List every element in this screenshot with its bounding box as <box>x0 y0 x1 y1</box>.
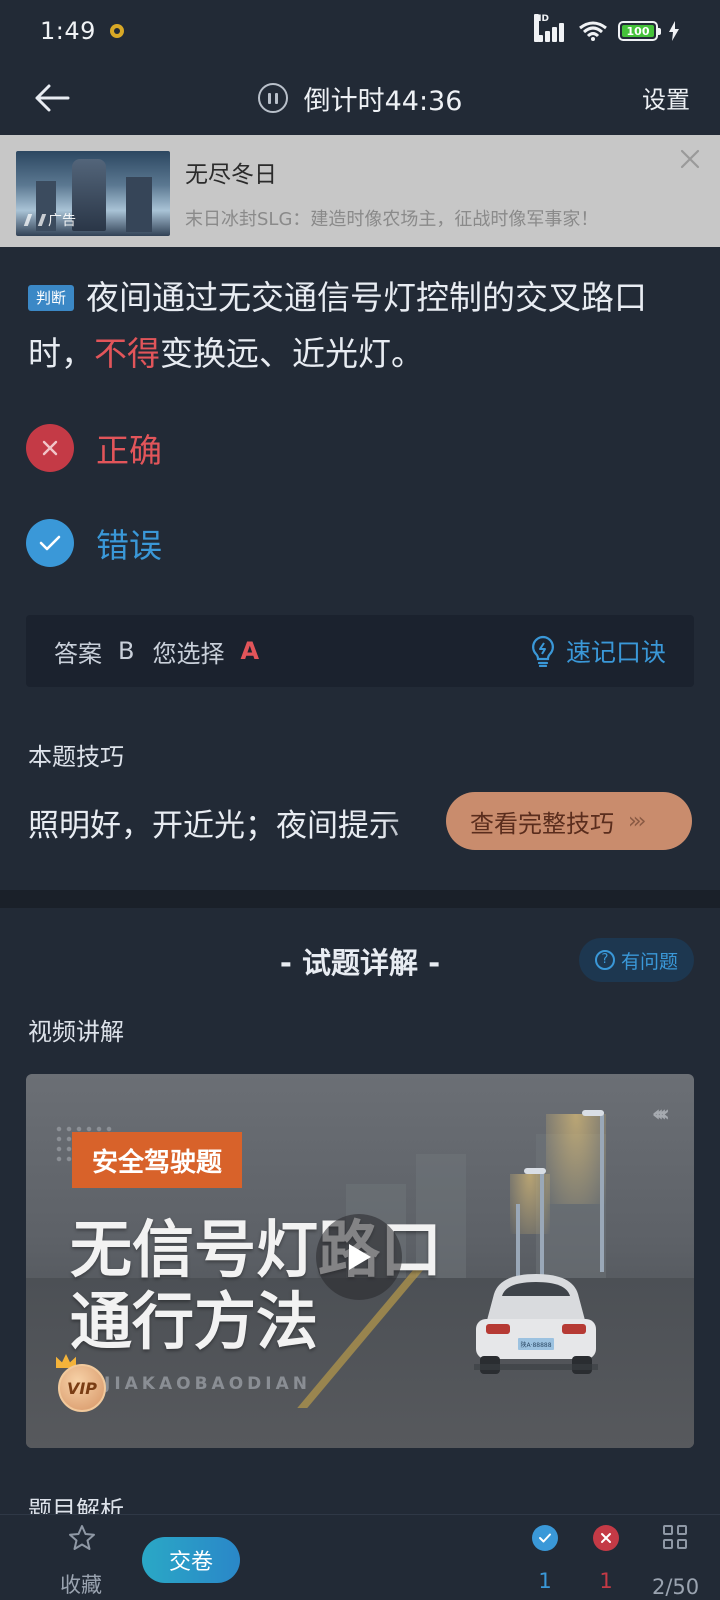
notification-icon <box>109 24 124 38</box>
selected-label: 您选择 <box>152 639 225 668</box>
question-highlight: 不得 <box>94 334 160 373</box>
signal-icon: HD <box>534 14 568 42</box>
ad-label: 广告 <box>23 210 76 230</box>
car-illustration: 陕A·88888 <box>474 1274 598 1374</box>
status-time: 1:49 <box>40 17 96 45</box>
report-question-button[interactable]: ? 有问题 <box>578 938 694 982</box>
double-chevron-icon: ››› <box>628 808 647 834</box>
charging-icon <box>669 21 679 41</box>
answer-value: B <box>118 637 135 665</box>
selected-value: A <box>240 637 260 665</box>
countdown-timer: 倒计时44:36 <box>0 79 720 118</box>
close-icon[interactable] <box>678 147 702 171</box>
view-full-tip-button[interactable]: 查看完整技巧 ››› <box>446 792 692 850</box>
answer-label: 答案 <box>54 639 102 668</box>
check-mark-icon <box>26 519 74 567</box>
wrong-count[interactable]: 1 <box>586 1525 626 1593</box>
question-grid-button[interactable] <box>650 1525 700 1549</box>
video-tag: 安全驾驶题 <box>72 1132 243 1188</box>
check-circle-icon <box>532 1525 558 1551</box>
question-type-badge: 判断 <box>28 285 75 311</box>
analysis-title: 题目解析 <box>28 1496 124 1516</box>
favorite-label[interactable]: 收藏 <box>60 1569 102 1599</box>
status-bar: 1:49 HD 100 <box>0 0 720 62</box>
settings-button[interactable]: 设置 <box>642 80 690 115</box>
wifi-icon <box>579 21 607 41</box>
play-button[interactable] <box>316 1214 402 1300</box>
question-progress[interactable]: 2/50 <box>652 1575 699 1599</box>
video-section-title: 视频讲解 <box>28 1018 124 1046</box>
option-a[interactable]: 正确 <box>26 423 526 473</box>
section-divider <box>0 890 720 908</box>
video-player[interactable]: ‹‹‹‹ 安全驾驶题 无信号灯路口 通行方法 JIAKAOBAODIAN VIP… <box>26 1074 694 1448</box>
question-mark-icon: ? <box>594 950 615 970</box>
pause-icon[interactable] <box>257 83 288 113</box>
wrong-mark-icon <box>26 424 74 472</box>
favorite-button[interactable] <box>60 1523 104 1557</box>
correct-count[interactable]: 1 <box>525 1525 565 1593</box>
play-icon <box>349 1244 371 1270</box>
top-nav: 倒计时44:36 设置 <box>0 62 720 134</box>
grid-icon <box>663 1525 687 1549</box>
x-circle-icon <box>593 1525 619 1551</box>
ad-title[interactable]: 无尽冬日 <box>185 155 277 189</box>
svg-text:陕A·88888: 陕A·88888 <box>520 1341 551 1349</box>
option-b[interactable]: 错误 <box>26 518 526 568</box>
option-a-label: 正确 <box>96 431 162 470</box>
battery-icon: 100 <box>618 21 661 41</box>
video-brand: JIAKAOBAODIAN <box>104 1374 311 1394</box>
ad-banner[interactable]: 广告 无尽冬日 末日冰封SLG：建造时像农场主，征战时像军事家！ <box>0 135 720 247</box>
decorative-arrows: ‹‹‹‹ <box>651 1102 670 1127</box>
bottom-bar: 收藏 交卷 1 1 2/50 <box>0 1514 720 1600</box>
countdown-text: 倒计时44:36 <box>303 85 463 117</box>
vip-badge: VIP <box>58 1364 106 1412</box>
ad-image[interactable]: 广告 <box>16 151 170 236</box>
answer-panel: 答案 B 您选择 A 速记口诀 <box>26 615 694 687</box>
option-b-label: 错误 <box>96 526 162 565</box>
back-button[interactable] <box>30 76 74 120</box>
question-text: 判断 夜间通过无交通信号灯控制的交叉路口时，不得变换远、近光灯。 <box>28 278 648 373</box>
back-arrow-icon <box>35 84 70 112</box>
mnemonic-label: 速记口诀 <box>565 638 666 667</box>
submit-exam-button[interactable]: 交卷 <box>142 1537 240 1583</box>
status-icons: HD 100 <box>534 14 680 42</box>
tip-title: 本题技巧 <box>28 743 124 771</box>
ad-description[interactable]: 末日冰封SLG：建造时像农场主，征战时像军事家！ <box>185 205 598 231</box>
mnemonic-button[interactable]: 速记口诀 <box>530 633 666 669</box>
star-icon <box>69 1525 95 1550</box>
lightbulb-icon <box>532 635 554 667</box>
